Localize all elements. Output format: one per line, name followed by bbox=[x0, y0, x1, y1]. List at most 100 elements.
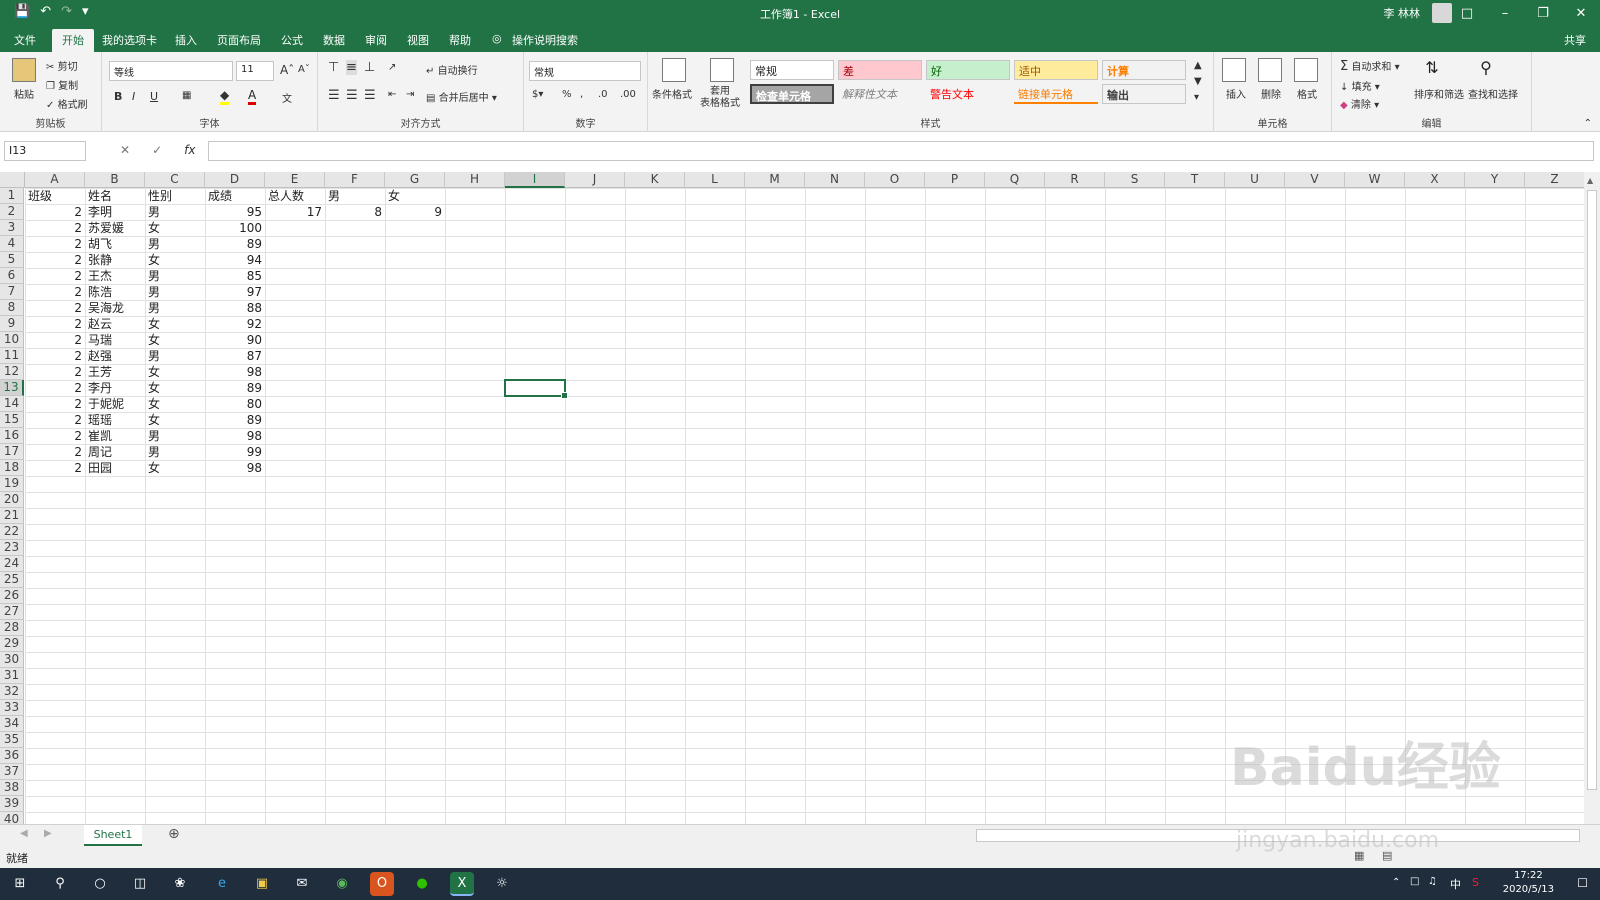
table-cell[interactable]: 89 bbox=[205, 236, 265, 252]
column-header-g[interactable]: G bbox=[385, 172, 445, 188]
table-cell[interactable]: 88 bbox=[205, 300, 265, 316]
row-header[interactable]: 23 bbox=[0, 540, 24, 556]
column-header-i[interactable]: I bbox=[505, 172, 565, 188]
row-header[interactable]: 28 bbox=[0, 620, 24, 636]
task-view-icon[interactable]: ◫ bbox=[128, 872, 152, 896]
app-icon[interactable]: ❀ bbox=[168, 872, 192, 896]
increase-decimal-icon[interactable]: .0 bbox=[598, 89, 608, 100]
cortana-icon[interactable]: ○ bbox=[88, 872, 112, 896]
table-cell[interactable]: 李明 bbox=[85, 204, 145, 220]
underline-button[interactable]: U bbox=[150, 90, 158, 103]
tell-me-search[interactable]: 操作说明搜索 bbox=[512, 32, 578, 48]
row-header[interactable]: 7 bbox=[0, 284, 24, 300]
table-cell[interactable]: 陈浩 bbox=[85, 284, 145, 300]
windows-start-icon[interactable]: ⊞ bbox=[8, 872, 32, 896]
format-cells-button[interactable]: 格式 bbox=[1297, 86, 1317, 101]
column-header-a[interactable]: A bbox=[25, 172, 85, 188]
shrink-font-icon[interactable]: Aˇ bbox=[298, 64, 310, 75]
row-header[interactable]: 4 bbox=[0, 236, 24, 252]
row-header[interactable]: 10 bbox=[0, 332, 24, 348]
table-cell[interactable]: 2 bbox=[25, 204, 85, 220]
row-header[interactable]: 1 bbox=[0, 188, 24, 204]
copy-button[interactable]: ❐ 复制 bbox=[46, 77, 78, 92]
collapse-ribbon-icon[interactable]: ⌃ bbox=[1584, 118, 1592, 129]
table-cell[interactable]: 94 bbox=[205, 252, 265, 268]
style-linked-cell[interactable]: 链接单元格 bbox=[1014, 84, 1098, 104]
table-cell[interactable]: 王芳 bbox=[85, 364, 145, 380]
row-header[interactable]: 2 bbox=[0, 204, 24, 220]
table-cell[interactable]: 女 bbox=[145, 332, 205, 348]
count-male-cell[interactable]: 8 bbox=[325, 204, 385, 220]
table-cell[interactable]: 2 bbox=[25, 380, 85, 396]
row-header[interactable]: 37 bbox=[0, 764, 24, 780]
orientation-icon[interactable]: ↗ bbox=[388, 62, 396, 73]
select-all-corner[interactable] bbox=[0, 172, 25, 188]
notification-icon[interactable]: ☐ bbox=[1577, 876, 1588, 890]
paste-button[interactable]: 粘贴 bbox=[14, 86, 34, 101]
browser-icon[interactable]: ◉ bbox=[330, 872, 354, 896]
tab-formulas[interactable]: 公式 bbox=[281, 32, 303, 48]
enter-icon[interactable]: ✓ bbox=[152, 143, 162, 157]
format-painter-button[interactable]: ✓ 格式刷 bbox=[46, 96, 88, 111]
row-header[interactable]: 14 bbox=[0, 396, 24, 412]
cut-button[interactable]: ✂ 剪切 bbox=[46, 58, 78, 73]
table-cell[interactable]: 男 bbox=[145, 428, 205, 444]
align-middle-icon[interactable]: ≡ bbox=[346, 60, 357, 75]
align-right-icon[interactable]: ☰ bbox=[364, 88, 376, 103]
format-cells-icon[interactable] bbox=[1294, 58, 1318, 82]
table-cell[interactable]: 2 bbox=[25, 316, 85, 332]
row-header[interactable]: 31 bbox=[0, 668, 24, 684]
table-cell[interactable]: 男 bbox=[145, 284, 205, 300]
scroll-up-icon[interactable]: ▲ bbox=[1587, 176, 1593, 185]
tab-view[interactable]: 视图 bbox=[407, 32, 429, 48]
table-cell[interactable]: 赵强 bbox=[85, 348, 145, 364]
table-cell[interactable]: 2 bbox=[25, 364, 85, 380]
table-cell[interactable]: 2 bbox=[25, 236, 85, 252]
row-header[interactable]: 19 bbox=[0, 476, 24, 492]
column-header-w[interactable]: W bbox=[1345, 172, 1405, 188]
network-icon[interactable]: □ bbox=[1410, 876, 1419, 887]
font-name-select[interactable]: 等线 bbox=[109, 61, 233, 81]
table-cell[interactable]: 2 bbox=[25, 268, 85, 284]
accounting-icon[interactable]: $▾ bbox=[532, 89, 543, 100]
row-header[interactable]: 12 bbox=[0, 364, 24, 380]
tab-help[interactable]: 帮助 bbox=[449, 32, 471, 48]
name-box[interactable]: I13 bbox=[4, 141, 86, 161]
style-calculation[interactable]: 计算 bbox=[1102, 60, 1186, 80]
style-bad[interactable]: 差 bbox=[838, 60, 922, 80]
table-cell[interactable]: 李丹 bbox=[85, 380, 145, 396]
align-center-icon[interactable]: ☰ bbox=[346, 88, 358, 103]
row-header[interactable]: 3 bbox=[0, 220, 24, 236]
table-cell[interactable]: 98 bbox=[205, 428, 265, 444]
column-header-f[interactable]: F bbox=[325, 172, 385, 188]
search-icon[interactable]: ⚲ bbox=[48, 872, 72, 896]
table-cell[interactable]: 2 bbox=[25, 460, 85, 476]
table-cell[interactable]: 97 bbox=[205, 284, 265, 300]
column-header-r[interactable]: R bbox=[1045, 172, 1105, 188]
table-cell[interactable]: 95 bbox=[205, 204, 265, 220]
header-cell-g[interactable]: 女 bbox=[385, 188, 445, 204]
row-header[interactable]: 32 bbox=[0, 684, 24, 700]
column-header-b[interactable]: B bbox=[85, 172, 145, 188]
prev-sheet-icon[interactable]: ◀ bbox=[20, 828, 28, 839]
table-cell[interactable]: 2 bbox=[25, 428, 85, 444]
fill-color-icon[interactable]: ◆ bbox=[220, 88, 230, 105]
column-header-s[interactable]: S bbox=[1105, 172, 1165, 188]
table-cell[interactable]: 男 bbox=[145, 204, 205, 220]
autosum-button[interactable]: Σ 自动求和 ▾ bbox=[1340, 58, 1400, 74]
table-cell[interactable]: 85 bbox=[205, 268, 265, 284]
style-good[interactable]: 好 bbox=[926, 60, 1010, 80]
border-icon[interactable]: ▦ bbox=[182, 90, 191, 101]
paste-icon[interactable] bbox=[12, 58, 36, 82]
row-header[interactable]: 40 bbox=[0, 812, 24, 824]
row-header[interactable]: 38 bbox=[0, 780, 24, 796]
row-header[interactable]: 22 bbox=[0, 524, 24, 540]
row-header[interactable]: 29 bbox=[0, 636, 24, 652]
conditional-format-icon[interactable] bbox=[662, 58, 686, 82]
style-check-cell[interactable]: 检查单元格 bbox=[750, 84, 834, 104]
table-cell[interactable]: 瑶瑶 bbox=[85, 412, 145, 428]
table-cell[interactable]: 女 bbox=[145, 412, 205, 428]
table-cell[interactable]: 98 bbox=[205, 364, 265, 380]
column-header-y[interactable]: Y bbox=[1465, 172, 1525, 188]
table-cell[interactable]: 89 bbox=[205, 380, 265, 396]
